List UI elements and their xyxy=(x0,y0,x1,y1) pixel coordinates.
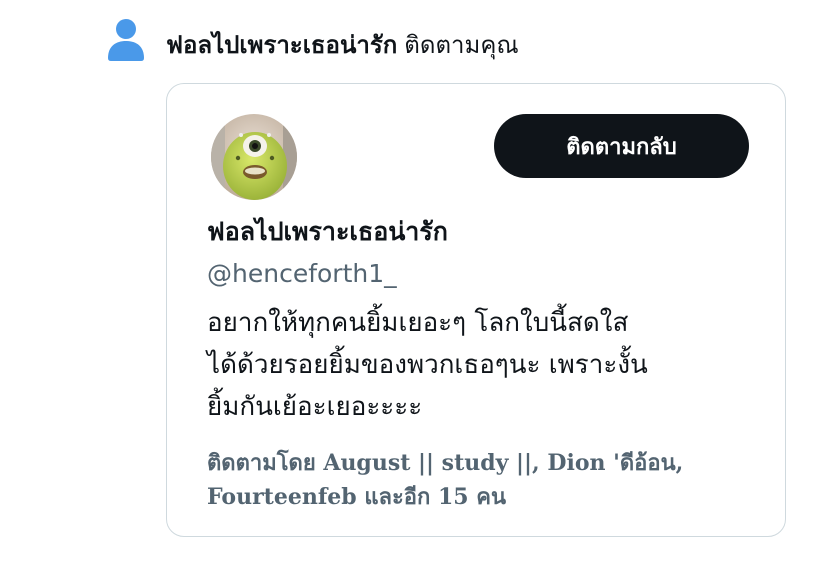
followed-by-line: Fourteenfeb และอีก 15 คน xyxy=(207,484,507,510)
user-card[interactable]: ติดตามกลับ ฟอลไปเพราะเธอน่ารัก @hencefor… xyxy=(166,83,786,537)
avatar[interactable] xyxy=(211,114,297,200)
card-user-handle[interactable]: @henceforth1_ xyxy=(207,256,397,292)
user-bio: อยากให้ทุกคนยิ้มเยอะๆ โลกใบนี้สดใส ได้ด้… xyxy=(207,302,747,428)
notification-text: ฟอลไปเพราะเธอน่ารัก ติดตามคุณ xyxy=(166,29,519,61)
bio-line: ยิ้มกันเย้อะเยอะะะะ xyxy=(207,392,423,422)
bio-line: ได้ด้วยรอยยิ้มของพวกเธอๆนะ เพราะงั้น xyxy=(207,350,648,380)
notification-user-name[interactable]: ฟอลไปเพราะเธอน่ารัก xyxy=(166,31,397,59)
notification-action-text: ติดตามคุณ xyxy=(404,31,519,59)
bio-line: อยากให้ทุกคนยิ้มเยอะๆ โลกใบนี้สดใส xyxy=(207,308,629,338)
follow-back-button[interactable]: ติดตามกลับ xyxy=(494,114,749,178)
card-user-name[interactable]: ฟอลไปเพราะเธอน่ารัก xyxy=(207,214,448,250)
followed-by-text[interactable]: ติดตามโดย August || study ||, Dion 'ดีอ้… xyxy=(207,446,767,514)
follow-notification[interactable]: ฟอลไปเพราะเธอน่ารัก ติดตามคุณ xyxy=(106,18,816,66)
followed-by-line: ติดตามโดย August || study ||, Dion 'ดีอ้… xyxy=(207,450,684,476)
person-icon xyxy=(106,18,146,62)
